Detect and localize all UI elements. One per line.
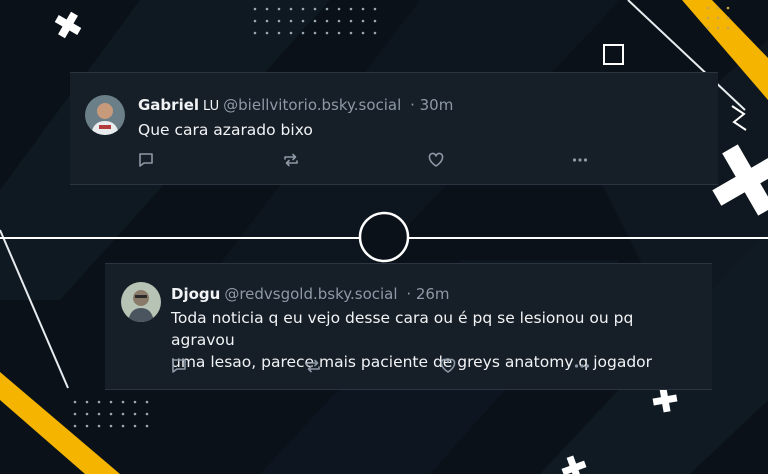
avatar[interactable] (121, 282, 161, 322)
center-circle (358, 211, 410, 263)
more-button[interactable] (570, 150, 590, 170)
reply-icon (139, 153, 153, 167)
post-time[interactable]: · 30m (410, 96, 453, 114)
post-header: Gabriel LU @biellvitorio.bsky.social · 30m (138, 95, 453, 117)
display-name[interactable]: Djogu (171, 285, 220, 303)
display-name-suffix: LU (203, 99, 220, 114)
reply-button[interactable] (136, 150, 156, 170)
user-handle[interactable]: @biellvitorio.bsky.social (223, 96, 401, 114)
repost-button[interactable] (281, 150, 301, 170)
more-icon (572, 158, 588, 162)
more-button[interactable] (572, 356, 592, 376)
post-card[interactable]: Djogu @redvsgold.bsky.social · 26m Toda n… (105, 263, 712, 390)
repost-icon (284, 153, 298, 167)
post-actions (169, 356, 599, 376)
reply-button[interactable] (169, 356, 189, 376)
heart-icon (440, 358, 456, 373)
repost-icon (306, 359, 320, 373)
reply-icon (172, 359, 186, 373)
avatar[interactable] (85, 95, 125, 135)
like-button[interactable] (426, 150, 446, 170)
user-handle[interactable]: @redvsgold.bsky.social (224, 285, 397, 303)
post-card[interactable]: Gabriel LU @biellvitorio.bsky.social · 30m… (70, 72, 718, 185)
like-button[interactable] (438, 356, 458, 376)
post-text: Que cara azarado bixo (138, 121, 313, 139)
post-actions (136, 150, 596, 170)
post-text-line: Toda noticia q eu vejo desse cara ou é p… (171, 309, 634, 349)
heart-icon (428, 152, 444, 167)
post-header: Djogu @redvsgold.bsky.social · 26m (171, 284, 450, 304)
post-time[interactable]: · 26m (406, 285, 449, 303)
more-icon (574, 364, 590, 368)
repost-button[interactable] (303, 356, 323, 376)
display-name[interactable]: Gabriel (138, 96, 199, 114)
